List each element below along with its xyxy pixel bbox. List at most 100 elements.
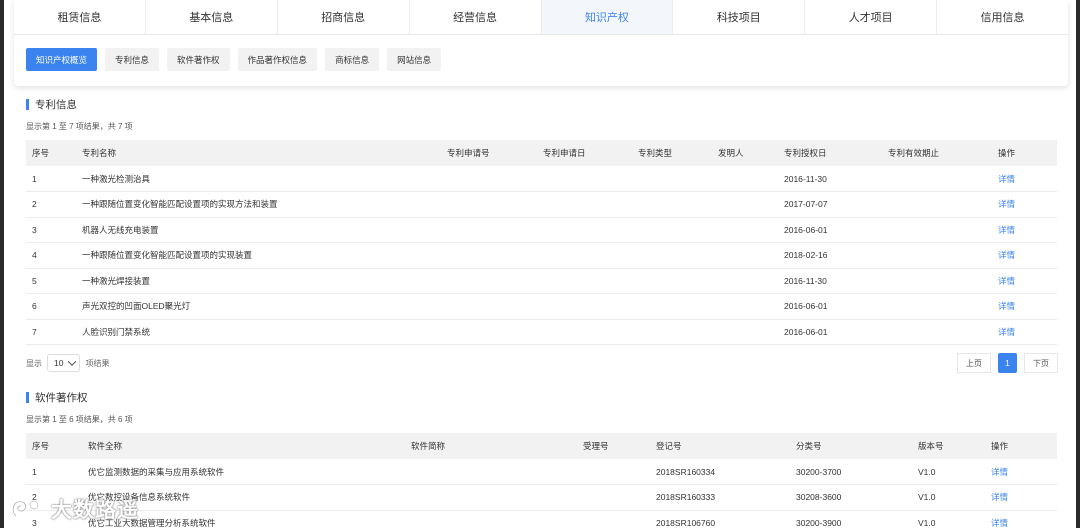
cell-app-date — [537, 319, 632, 345]
tab-talent-projects[interactable]: 人才项目 — [805, 0, 938, 34]
page-size-select[interactable]: 10 — [47, 354, 81, 372]
patent-section: 专利信息 显示第 1 至 7 项结果，共 7 项 序号 专利名称 专利申请号 专… — [26, 97, 1058, 373]
cell-version: V1.0 — [912, 510, 985, 528]
col-header: 序号 — [32, 441, 50, 451]
cell-no: 1 — [26, 166, 76, 192]
col-header: 操作 — [998, 148, 1016, 158]
detail-link[interactable]: 详情 — [998, 276, 1015, 286]
cell-inventor — [712, 268, 778, 294]
tab-operation[interactable]: 经营信息 — [409, 0, 542, 34]
cell-inventor — [712, 242, 778, 269]
subtab-software-copyright[interactable]: 软件著作权 — [167, 48, 230, 71]
cell-no: 6 — [26, 293, 76, 320]
cell-app-date — [537, 268, 632, 294]
cell-name: 一种激光检测治具 — [76, 166, 441, 192]
cell-action: 详情 — [992, 217, 1057, 243]
tab-tech-projects[interactable]: 科技项目 — [673, 0, 806, 34]
detail-link[interactable]: 详情 — [998, 174, 1015, 184]
cell-inventor — [712, 319, 778, 345]
cell-action: 详情 — [992, 319, 1057, 345]
cell-type — [632, 319, 712, 345]
cell-expiry — [882, 217, 992, 243]
detail-link[interactable]: 详情 — [991, 518, 1008, 528]
tab-intellectual-property[interactable]: 知识产权 — [541, 0, 674, 34]
cell-expiry — [882, 166, 992, 192]
cell-type — [632, 293, 712, 320]
detail-link[interactable]: 详情 — [998, 225, 1015, 235]
subtab-patent[interactable]: 专利信息 — [105, 48, 160, 71]
pager: 上页 1 下页 — [957, 353, 1058, 373]
cell-accept-no — [577, 510, 650, 528]
cell-no: 3 — [26, 217, 76, 243]
col-header: 发明人 — [718, 148, 744, 158]
cell-app-date — [537, 191, 632, 218]
col-header: 序号 — [32, 148, 50, 158]
cell-type — [632, 268, 712, 294]
cell-grant-date: 2016-11-30 — [778, 268, 882, 294]
detail-link[interactable]: 详情 — [998, 250, 1015, 260]
cell-app-no — [441, 217, 537, 243]
patent-result-summary: 显示第 1 至 7 项结果，共 7 项 — [26, 122, 133, 131]
cell-name: 一种跟随位置变化智能匹配设置项的实现方法和装置 — [76, 191, 441, 218]
next-page-button[interactable]: 下页 — [1024, 353, 1058, 373]
table-row: 1 优它监测数据的采集与应用系统软件 2018SR160334 30200-37… — [26, 459, 1057, 485]
cell-short-name — [405, 484, 577, 511]
col-header: 操作 — [991, 441, 1009, 451]
patent-pagination-bar: 显示 10 项结果 上页 1 下页 — [26, 353, 1058, 373]
cell-expiry — [882, 319, 992, 345]
cell-grant-date: 2016-06-01 — [778, 319, 882, 345]
subtab-ip-overview[interactable]: 知识产权概览 — [26, 48, 98, 71]
sub-tabs: 知识产权概览 专利信息 软件著作权 作品著作权信息 商标信息 网站信息 — [14, 35, 1068, 71]
tab-basic-info[interactable]: 基本信息 — [145, 0, 278, 34]
window-left-edge — [0, 0, 4, 528]
detail-link[interactable]: 详情 — [998, 327, 1015, 337]
cell-inventor — [712, 166, 778, 192]
tab-credit-info[interactable]: 信用信息 — [937, 0, 1068, 34]
cell-grant-date: 2018-02-16 — [778, 242, 882, 269]
table-row: 2 优它数控设备信息系统软件 2018SR160333 30208-3600 V… — [26, 484, 1057, 511]
cell-grant-date: 2017-07-07 — [778, 191, 882, 218]
page-number-button[interactable]: 1 — [998, 353, 1017, 373]
cell-version: V1.0 — [912, 484, 985, 511]
cell-inventor — [712, 293, 778, 320]
col-header: 受理号 — [583, 441, 609, 451]
cell-app-no — [441, 293, 537, 320]
cell-full-name: 优它监测数据的采集与应用系统软件 — [82, 459, 405, 485]
table-row: 2 一种跟随位置变化智能匹配设置项的实现方法和装置 2017-07-07 详情 — [26, 191, 1057, 218]
patent-title-text: 专利信息 — [35, 98, 77, 111]
tab-rental[interactable]: 租赁信息 — [14, 0, 146, 34]
cell-type — [632, 191, 712, 218]
table-row: 3 优它工业大数据管理分析系统软件 2018SR106760 30200-390… — [26, 510, 1057, 528]
tab-investment[interactable]: 招商信息 — [277, 0, 410, 34]
cell-accept-no — [577, 484, 650, 511]
cell-grant-date: 2016-06-01 — [778, 293, 882, 320]
subtab-website[interactable]: 网站信息 — [387, 48, 442, 71]
chevron-down-icon — [68, 357, 77, 366]
detail-link[interactable]: 详情 — [998, 301, 1015, 311]
detail-link[interactable]: 详情 — [991, 492, 1008, 502]
cell-version: V1.0 — [912, 459, 985, 485]
subtab-trademark[interactable]: 商标信息 — [325, 48, 380, 71]
col-header: 版本号 — [918, 441, 944, 451]
cell-app-date — [537, 166, 632, 192]
cell-action: 详情 — [985, 484, 1057, 511]
detail-link[interactable]: 详情 — [991, 467, 1008, 477]
cell-action: 详情 — [992, 293, 1057, 320]
swirl-logo-icon — [8, 496, 46, 522]
table-row: 1 一种激光检测治具 2016-11-30 详情 — [26, 166, 1057, 192]
cell-class-no: 30208-3600 — [790, 484, 912, 511]
cell-name: 声光双控的凹面OLED聚光灯 — [76, 293, 441, 320]
cell-accept-no — [577, 459, 650, 485]
detail-link[interactable]: 详情 — [998, 199, 1015, 209]
cell-action: 详情 — [992, 166, 1057, 192]
cell-inventor — [712, 191, 778, 218]
section-marker — [26, 391, 29, 403]
col-header: 专利有效期止 — [888, 148, 940, 158]
subtab-work-copyright[interactable]: 作品著作权信息 — [237, 48, 318, 71]
cell-no: 1 — [26, 459, 82, 485]
cell-app-no — [441, 268, 537, 294]
cell-app-date — [537, 293, 632, 320]
cell-class-no: 30200-3900 — [790, 510, 912, 528]
section-marker — [26, 98, 29, 110]
prev-page-button[interactable]: 上页 — [957, 353, 991, 373]
